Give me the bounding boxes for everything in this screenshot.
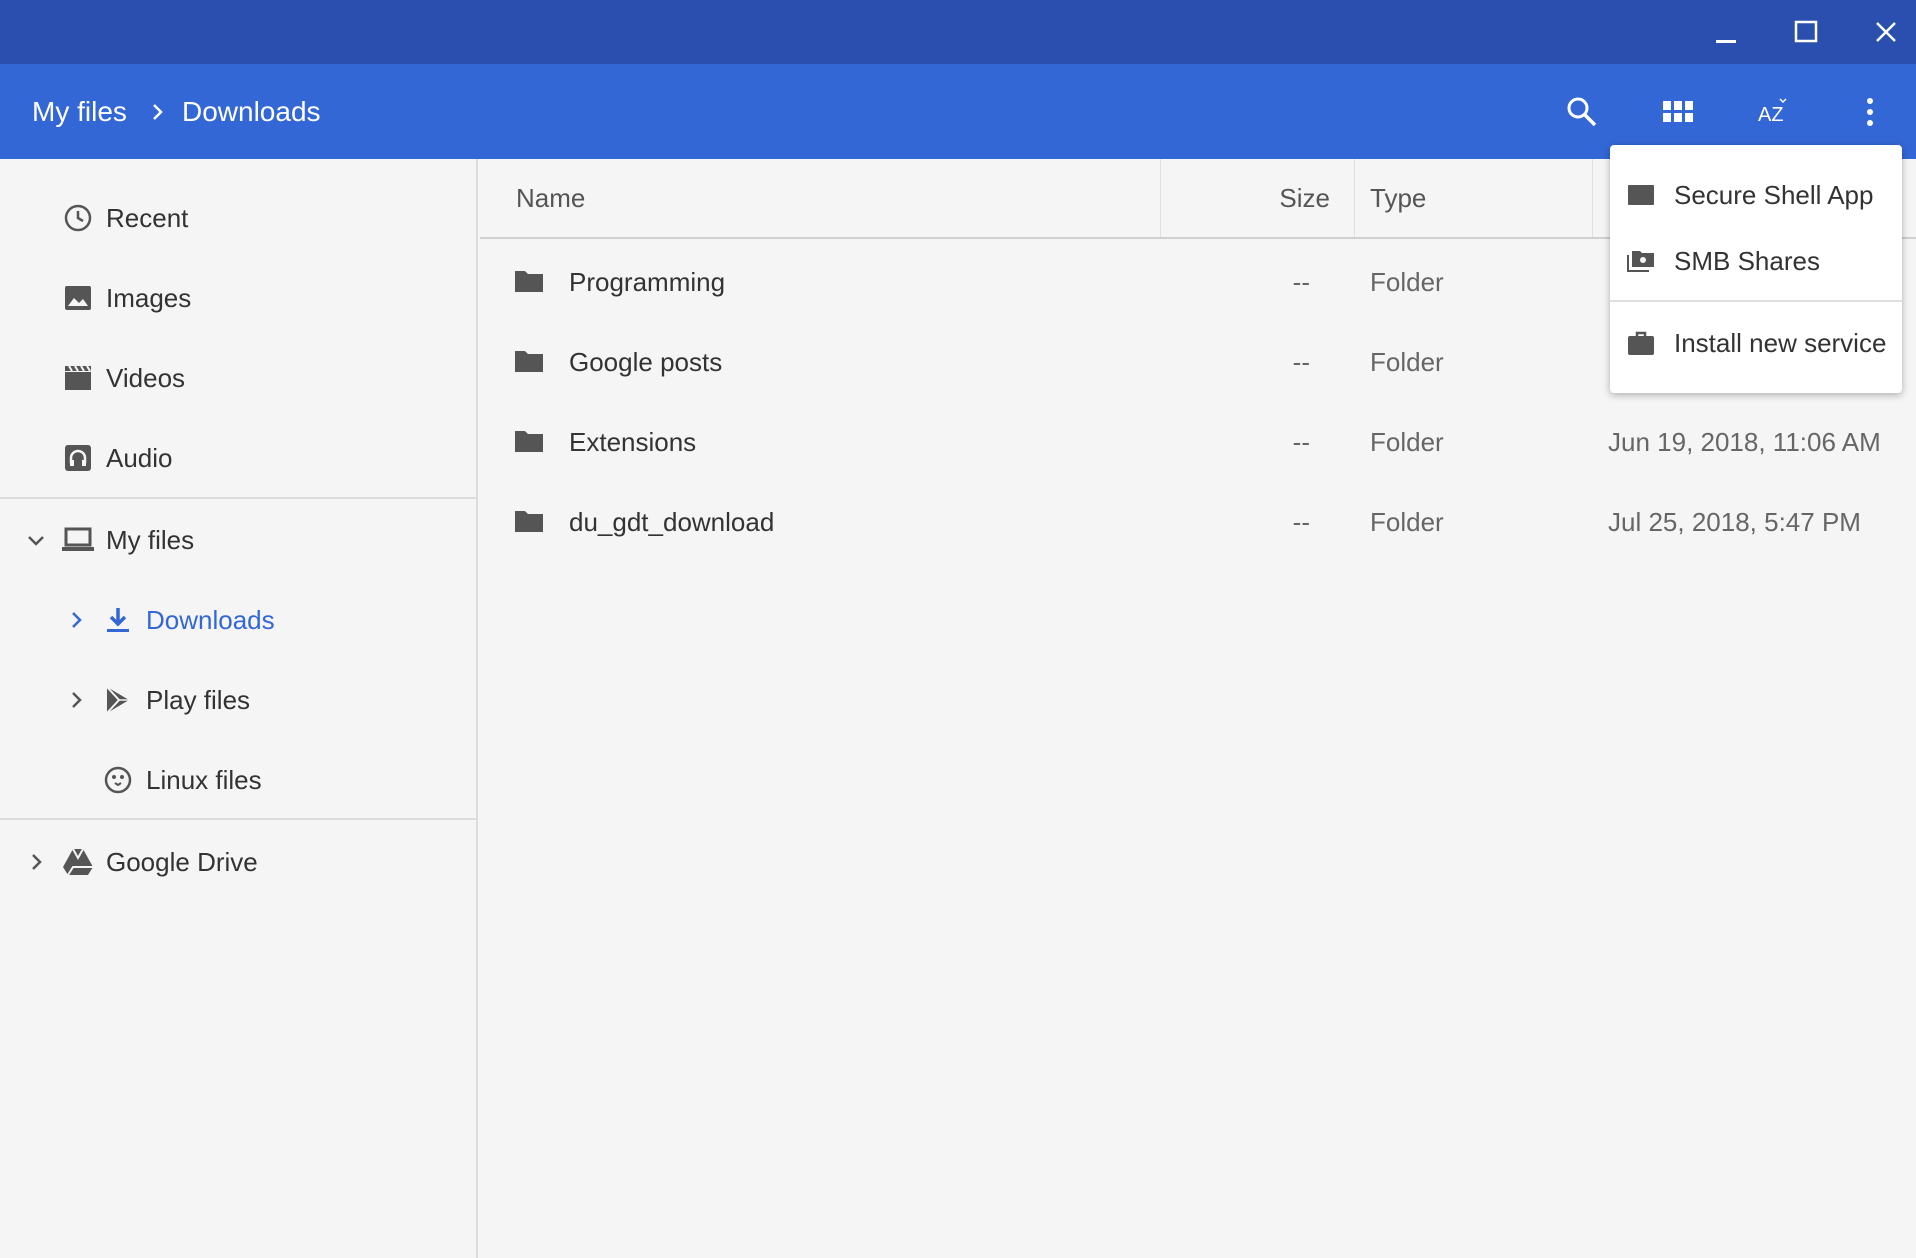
file-name: Google posts xyxy=(569,347,723,377)
file-name: du_gdt_download xyxy=(569,507,775,537)
download-icon xyxy=(102,604,134,636)
sidebar-item-my-files[interactable]: My files xyxy=(0,510,476,570)
more-options-menu: Secure Shell App SMB Shares Install new … xyxy=(1610,145,1902,393)
video-icon xyxy=(62,362,94,394)
folder-icon xyxy=(514,348,544,379)
folder-icon xyxy=(514,268,544,299)
sidebar-item-audio[interactable]: Audio xyxy=(0,428,476,488)
laptop-icon xyxy=(62,524,94,556)
column-separator[interactable] xyxy=(1592,159,1593,237)
folder-icon xyxy=(514,428,544,459)
headphones-icon xyxy=(62,442,94,474)
sidebar-item-recent[interactable]: Recent xyxy=(0,188,476,248)
sidebar-item-label: Videos xyxy=(106,362,186,393)
breadcrumb-my-files[interactable]: My files xyxy=(32,64,127,159)
menu-item-install-new-service[interactable]: Install new service xyxy=(1610,311,1902,375)
sidebar: Recent Images Videos Audio My files Down… xyxy=(0,159,478,1258)
minimize-icon xyxy=(1716,40,1736,43)
file-name: Extensions xyxy=(569,427,697,457)
sidebar-item-label: My files xyxy=(106,524,195,555)
menu-item-smb-shares[interactable]: SMB Shares xyxy=(1610,229,1902,293)
file-size: -- xyxy=(1292,267,1310,297)
column-header-size[interactable]: Size xyxy=(1180,159,1330,237)
table-row[interactable]: du_gdt_download -- Folder Jul 25, 2018, … xyxy=(480,482,1916,562)
search-button[interactable] xyxy=(1542,64,1622,159)
sidebar-item-play-files[interactable]: Play files xyxy=(0,670,476,730)
menu-item-secure-shell[interactable]: Secure Shell App xyxy=(1610,163,1902,227)
sidebar-item-label: Downloads xyxy=(146,604,275,635)
file-size: -- xyxy=(1292,507,1310,537)
menu-item-label: SMB Shares xyxy=(1674,245,1820,276)
drive-icon xyxy=(62,846,94,878)
sidebar-item-google-drive[interactable]: Google Drive xyxy=(0,832,476,892)
column-separator[interactable] xyxy=(1354,159,1355,237)
file-size: -- xyxy=(1292,427,1310,457)
window-titlebar xyxy=(0,0,1916,64)
sidebar-item-label: Google Drive xyxy=(106,846,258,877)
chevron-down-icon[interactable] xyxy=(24,528,48,552)
sidebar-item-label: Play files xyxy=(146,684,251,715)
maximize-icon xyxy=(1794,20,1818,43)
sidebar-item-downloads[interactable]: Downloads xyxy=(0,590,476,650)
file-type: Folder xyxy=(1370,267,1444,297)
sidebar-item-label: Audio xyxy=(106,442,173,473)
file-size: -- xyxy=(1292,347,1310,377)
sidebar-divider xyxy=(0,497,476,499)
sidebar-item-videos[interactable]: Videos xyxy=(0,348,476,408)
file-date: Jul 25, 2018, 5:47 PM xyxy=(1608,507,1861,537)
file-type: Folder xyxy=(1370,427,1444,457)
sidebar-item-label: Linux files xyxy=(146,764,262,795)
image-icon xyxy=(62,282,94,314)
menu-item-label: Install new service xyxy=(1674,327,1887,358)
chevron-right-icon[interactable] xyxy=(64,608,88,632)
breadcrumb-downloads[interactable]: Downloads xyxy=(182,64,321,159)
column-header-name[interactable]: Name xyxy=(516,159,585,237)
clock-icon xyxy=(62,202,94,234)
menu-divider xyxy=(1610,300,1902,302)
sidebar-item-images[interactable]: Images xyxy=(0,268,476,328)
file-type: Folder xyxy=(1370,507,1444,537)
search-icon xyxy=(1567,97,1597,126)
file-type: Folder xyxy=(1370,347,1444,377)
file-date: Jun 19, 2018, 11:06 AM xyxy=(1608,427,1881,457)
chevron-right-icon[interactable] xyxy=(24,850,48,874)
menu-item-label: Secure Shell App xyxy=(1674,179,1874,210)
table-row[interactable]: Extensions -- Folder Jun 19, 2018, 11:06… xyxy=(480,402,1916,482)
maximize-button[interactable] xyxy=(1766,0,1846,64)
close-icon xyxy=(1876,22,1896,42)
sidebar-item-linux-files[interactable]: Linux files xyxy=(0,750,476,810)
minimize-button[interactable] xyxy=(1686,0,1766,64)
more-vert-icon xyxy=(1867,97,1873,126)
close-button[interactable] xyxy=(1846,0,1916,64)
briefcase-icon xyxy=(1626,328,1656,358)
column-separator[interactable] xyxy=(1160,159,1161,237)
sidebar-item-label: Images xyxy=(106,282,192,313)
svg-text:AZ: AZ xyxy=(1758,104,1784,126)
play-store-icon xyxy=(102,684,134,716)
sidebar-divider xyxy=(0,818,476,820)
chevron-right-icon xyxy=(146,98,170,126)
file-name: Programming xyxy=(569,267,726,297)
sort-az-icon: AZ xyxy=(1758,97,1787,126)
penguin-icon xyxy=(102,764,134,796)
column-header-type[interactable]: Type xyxy=(1370,159,1426,237)
sidebar-item-label: Recent xyxy=(106,202,189,233)
terminal-icon xyxy=(1626,180,1656,210)
chevron-right-icon[interactable] xyxy=(64,688,88,712)
network-folder-icon xyxy=(1626,246,1656,276)
folder-icon xyxy=(514,508,544,539)
grid-view-icon xyxy=(1663,100,1693,122)
